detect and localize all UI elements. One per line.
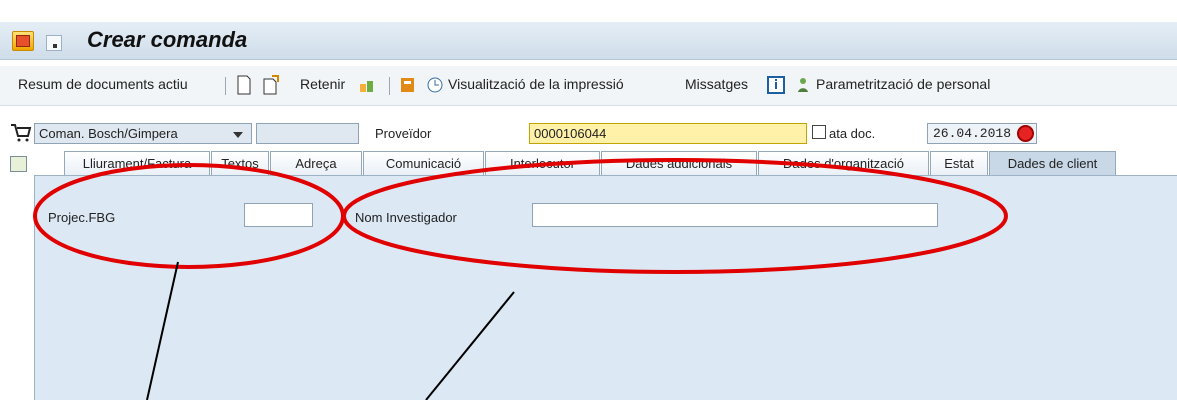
personal-settings-icon[interactable]: [795, 75, 813, 95]
toolbar-separator: [389, 77, 390, 95]
tab-label: Dades de client: [1007, 156, 1098, 171]
customer-data-panel: Projec.FBG Nom Investigador: [34, 175, 1177, 400]
header-row: Coman. Bosch/Gimpera Proveïdor 000010604…: [0, 119, 1177, 147]
tab-label: Estat: [944, 156, 974, 171]
tab-label: Comunicació: [385, 156, 462, 171]
messages-button[interactable]: Missatges: [685, 76, 748, 92]
menu-icon[interactable]: [46, 35, 62, 51]
date-field[interactable]: 26.04.2018: [927, 123, 1037, 144]
copy-document-icon[interactable]: [262, 75, 280, 95]
tab-org-data[interactable]: Dades d'organització: [758, 151, 929, 176]
personal-settings-button[interactable]: Parametrització de personal: [816, 76, 990, 92]
calendar-icon[interactable]: [1017, 125, 1034, 142]
print-preview-button[interactable]: Visualització de la impressió: [448, 76, 624, 92]
document-type-value: Coman. Bosch/Gimpera: [39, 126, 178, 141]
tab-texts[interactable]: Textos: [211, 151, 269, 176]
tab-label: Dades d'organització: [783, 156, 904, 171]
tab-partners[interactable]: Interlocutor: [485, 151, 600, 176]
tab-customer-data[interactable]: Dades de client: [989, 151, 1116, 176]
tab-label: Lliurament/Factura: [82, 156, 192, 171]
title-bar: Crear comanda: [0, 22, 1177, 60]
tab-communication[interactable]: Comunicació: [363, 151, 484, 176]
date-label: ata doc.: [829, 126, 876, 141]
hold-icon[interactable]: [358, 75, 376, 95]
tab-label: Adreça: [295, 156, 337, 171]
project-fbg-label: Projec.FBG: [48, 210, 116, 225]
vendor-input[interactable]: 0000106044: [529, 123, 807, 144]
tab-delivery-invoice[interactable]: Lliurament/Factura: [64, 151, 210, 176]
hold-button[interactable]: Retenir: [300, 76, 345, 92]
vendor-value: 0000106044: [534, 126, 607, 141]
vendor-details-icon[interactable]: [812, 125, 826, 139]
tab-additional-data[interactable]: Dades addicionals: [601, 151, 757, 176]
app-icon[interactable]: [12, 31, 34, 51]
investigator-label: Nom Investigador: [355, 210, 457, 225]
tab-label: Dades addicionals: [625, 156, 733, 171]
document-number-field[interactable]: [256, 123, 359, 144]
header-tabs: Lliurament/Factura Textos Adreça Comunic…: [34, 151, 1124, 176]
date-value: 26.04.2018: [933, 126, 1012, 141]
document-summary-button[interactable]: Resum de documents actiu: [18, 76, 188, 92]
page-title: Crear comanda: [87, 27, 248, 52]
shopping-cart-icon[interactable]: [10, 123, 32, 143]
document-type-select[interactable]: Coman. Bosch/Gimpera: [34, 123, 252, 144]
application-toolbar: Resum de documents actiu Retenir Visuali…: [0, 66, 1177, 106]
tab-nav-icon[interactable]: [10, 156, 27, 172]
tab-address[interactable]: Adreça: [270, 151, 362, 176]
new-document-icon[interactable]: [235, 75, 253, 95]
export-icon[interactable]: [399, 75, 417, 95]
vendor-label: Proveïdor: [375, 126, 432, 141]
tab-label: Textos: [221, 156, 259, 171]
chevron-down-icon[interactable]: [233, 132, 243, 138]
toolbar-separator: [225, 77, 226, 95]
info-icon[interactable]: [767, 75, 785, 95]
investigator-input[interactable]: [532, 203, 938, 227]
tab-label: Interlocutor: [509, 156, 576, 171]
project-fbg-input[interactable]: [244, 203, 313, 227]
tab-status[interactable]: Estat: [930, 151, 988, 176]
print-preview-icon[interactable]: [426, 75, 444, 95]
